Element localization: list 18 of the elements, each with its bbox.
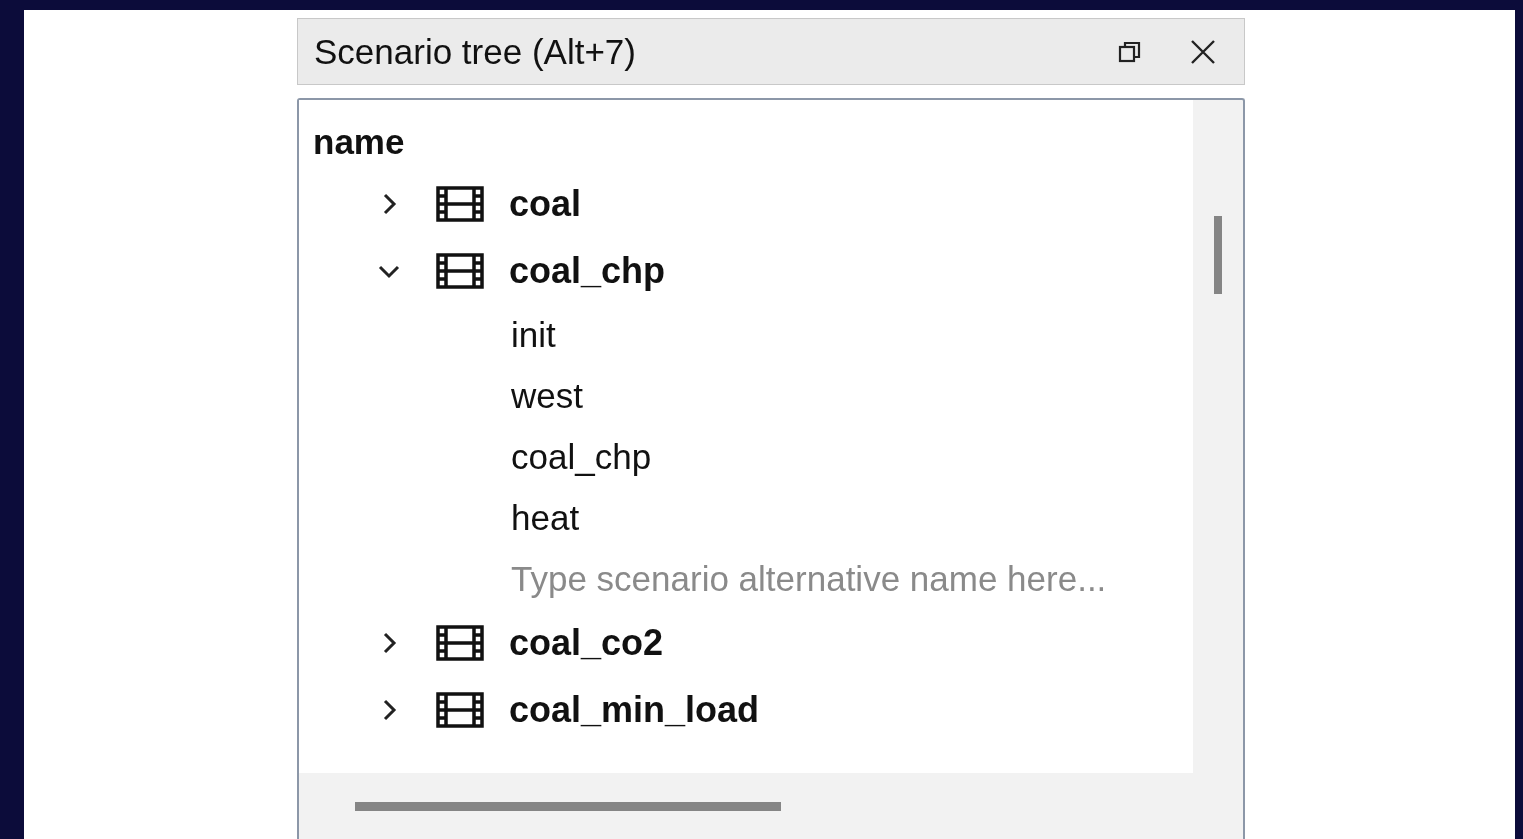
film-icon: [435, 690, 485, 729]
alternative-name[interactable]: init: [511, 314, 556, 355]
film-icon: [435, 251, 485, 290]
scenario-name[interactable]: coal: [509, 182, 582, 225]
panel-title: Scenario tree (Alt+7): [314, 31, 637, 72]
alternative-name[interactable]: west: [511, 375, 583, 416]
alternative-name[interactable]: coal_chp: [511, 436, 652, 477]
column-header: name: [313, 122, 406, 163]
scenario-name[interactable]: coal_chp: [509, 249, 666, 292]
close-icon: [1190, 38, 1216, 65]
film-icon: [435, 623, 485, 662]
scenario-name[interactable]: coal_co2: [509, 621, 664, 664]
scenario-name[interactable]: coal_min_load: [509, 688, 760, 731]
restore-icon: [1118, 39, 1142, 64]
alternative-name[interactable]: heat: [511, 497, 580, 538]
horizontal-scrollbar-thumb[interactable]: [355, 801, 781, 811]
film-icon: [435, 184, 485, 223]
vertical-scrollbar-thumb[interactable]: [1214, 216, 1222, 294]
